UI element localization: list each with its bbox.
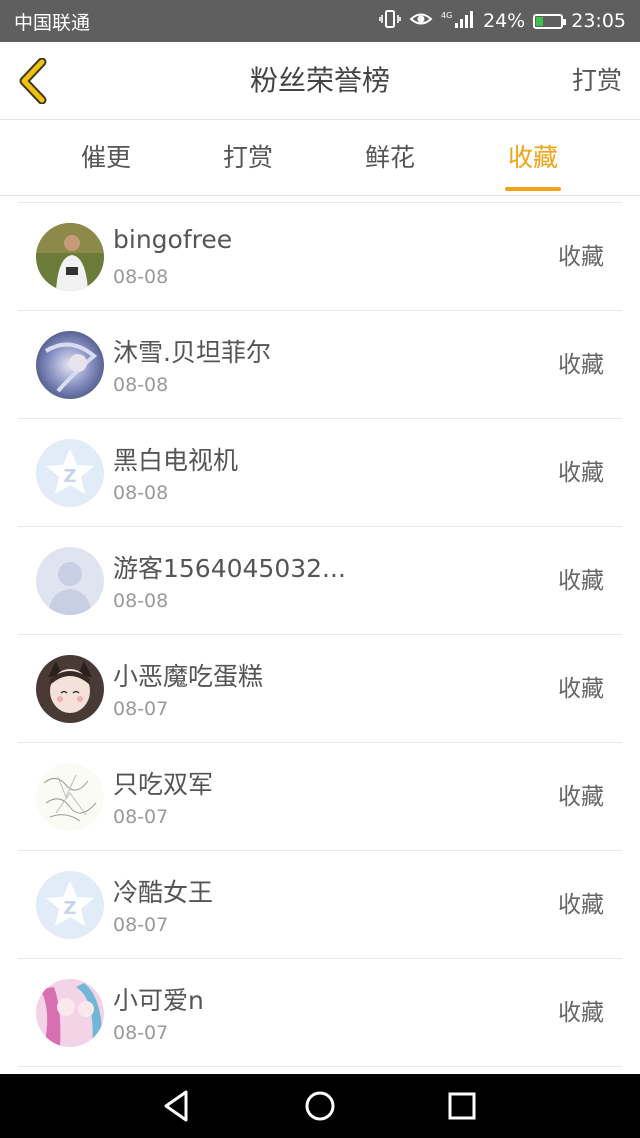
action-label: 收藏 xyxy=(558,1000,604,1026)
date-label: 08-07 xyxy=(113,698,169,720)
user-name: 游客1564045032... xyxy=(113,554,346,583)
date-label: 08-07 xyxy=(113,1022,169,1044)
tab-urge[interactable]: 催更 xyxy=(46,120,166,196)
user-name: 只吃双军 xyxy=(113,770,214,799)
vibrate-icon xyxy=(379,9,401,33)
list-item[interactable]: 小可爱n 08-07 收藏 xyxy=(18,959,622,1067)
list-item[interactable]: Z 冷酷女王 08-07 收藏 xyxy=(18,851,622,959)
action-label: 收藏 xyxy=(558,460,604,486)
action-label: 收藏 xyxy=(558,568,604,594)
fan-list: bingofree 08-08 收藏 沐雪.贝坦菲尔 08-08 收藏 Z 黑白… xyxy=(18,202,622,1067)
carrier-label: 中国联通 xyxy=(14,11,91,34)
tab-flowers[interactable]: 鲜花 xyxy=(330,120,450,196)
avatar[interactable]: Z xyxy=(36,439,104,507)
square-recents-icon xyxy=(448,1092,476,1120)
reward-button[interactable]: 打赏 xyxy=(572,42,622,120)
tab-reward[interactable]: 打赏 xyxy=(188,120,308,196)
action-label: 收藏 xyxy=(558,676,604,702)
svg-text:Z: Z xyxy=(63,466,76,487)
list-item[interactable]: bingofree 08-08 收藏 xyxy=(18,203,622,311)
date-label: 08-07 xyxy=(113,914,169,936)
user-name: 冷酷女王 xyxy=(113,878,214,907)
top-app-bar: 粉丝荣誉榜 打赏 xyxy=(0,42,640,120)
tab-bar: 催更 打赏 鲜花 收藏 xyxy=(0,120,640,196)
nav-back-button[interactable] xyxy=(158,1088,198,1124)
user-name: bingofree xyxy=(113,225,233,254)
status-icons: 4G 24% 23:05 xyxy=(379,9,626,33)
svg-text:4G: 4G xyxy=(441,11,452,20)
clock: 23:05 xyxy=(571,10,626,32)
avatar[interactable] xyxy=(36,979,104,1047)
avatar[interactable] xyxy=(36,223,104,291)
list-item[interactable]: 沐雪.贝坦菲尔 08-08 收藏 xyxy=(18,311,622,419)
tab-favorites[interactable]: 收藏 xyxy=(473,120,593,196)
nav-recents-button[interactable] xyxy=(442,1088,482,1124)
list-item[interactable]: 小恶魔吃蛋糕 08-07 收藏 xyxy=(18,635,622,743)
action-label: 收藏 xyxy=(558,892,604,918)
signal-icon: 4G xyxy=(441,9,475,33)
circle-home-icon xyxy=(305,1091,335,1121)
svg-text:Z: Z xyxy=(63,898,76,919)
system-nav-bar xyxy=(0,1074,640,1138)
date-label: 08-08 xyxy=(113,482,169,504)
list-item[interactable]: 游客1564045032... 08-08 收藏 xyxy=(18,527,622,635)
user-name: 黑白电视机 xyxy=(113,446,239,475)
tab-indicator xyxy=(505,187,561,191)
avatar[interactable] xyxy=(36,331,104,399)
user-name: 小可爱n xyxy=(113,986,204,1015)
tab-label: 鲜花 xyxy=(364,143,415,172)
tab-label: 打赏 xyxy=(222,143,273,172)
user-name: 小恶魔吃蛋糕 xyxy=(113,662,264,691)
avatar[interactable] xyxy=(36,655,104,723)
date-label: 08-08 xyxy=(113,266,169,288)
triangle-back-icon xyxy=(164,1090,188,1122)
user-name: 沐雪.贝坦菲尔 xyxy=(113,338,271,367)
avatar[interactable] xyxy=(36,763,104,831)
action-label: 收藏 xyxy=(558,784,604,810)
eye-icon xyxy=(409,10,433,32)
avatar[interactable]: Z xyxy=(36,871,104,939)
date-label: 08-08 xyxy=(113,374,169,396)
battery-percent: 24% xyxy=(483,10,526,32)
date-label: 08-08 xyxy=(113,590,169,612)
avatar[interactable] xyxy=(36,547,104,615)
tab-label: 收藏 xyxy=(507,143,558,172)
action-label: 收藏 xyxy=(558,244,604,270)
list-item[interactable]: Z 黑白电视机 08-08 收藏 xyxy=(18,419,622,527)
nav-home-button[interactable] xyxy=(300,1088,340,1124)
tab-label: 催更 xyxy=(80,143,131,172)
battery-icon xyxy=(533,13,567,29)
list-item[interactable]: 只吃双军 08-07 收藏 xyxy=(18,743,622,851)
action-label: 收藏 xyxy=(558,352,604,378)
status-bar: 中国联通 4G 24% 23:05 xyxy=(0,0,640,42)
page-title: 粉丝荣誉榜 xyxy=(249,64,390,97)
date-label: 08-07 xyxy=(113,806,169,828)
